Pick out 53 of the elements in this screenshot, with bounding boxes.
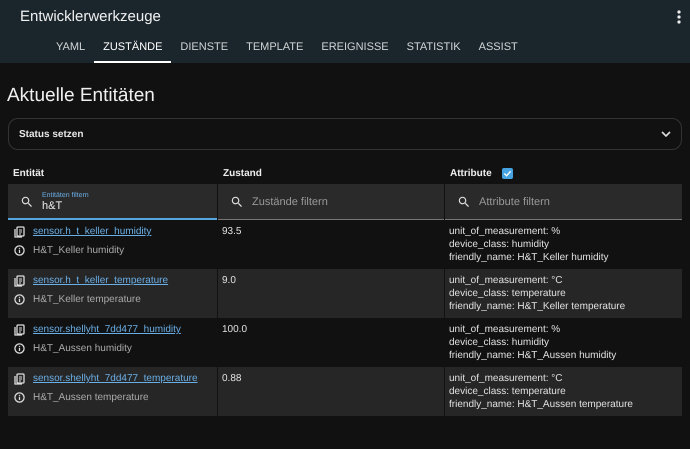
info-icon[interactable] xyxy=(14,294,25,305)
search-icon xyxy=(230,195,244,209)
entity-link[interactable]: sensor.shellyht_7dd477_humidity xyxy=(33,323,181,336)
attribute-line: device_class: humidity xyxy=(449,238,550,251)
filter-field[interactable]: Attribute filtern xyxy=(445,184,682,220)
state-value: 100.0 xyxy=(222,324,248,335)
info-icon[interactable] xyxy=(14,392,25,403)
state-value: 93.5 xyxy=(222,226,242,237)
entity-link[interactable]: sensor.shellyht_7dd477_temperature xyxy=(33,372,198,385)
entity-link[interactable]: sensor.h_t_keller_temperature xyxy=(33,274,168,287)
tab[interactable]: EREIGNISSE xyxy=(312,33,398,63)
attribute-line: device_class: temperature xyxy=(449,385,567,398)
entity-link[interactable]: sensor.h_t_keller_humidity xyxy=(33,225,152,238)
entity-name: H&T_Keller temperature xyxy=(33,293,141,306)
attribute-line: unit_of_measurement: % xyxy=(449,225,562,238)
attribute-line: unit_of_measurement: °C xyxy=(449,372,564,385)
tab[interactable]: YAML xyxy=(47,33,94,63)
page-title: Aktuelle Entitäten xyxy=(7,85,156,107)
entity-name: H&T_Aussen temperature xyxy=(33,391,149,404)
attribute-line: device_class: temperature xyxy=(449,287,567,300)
more-menu-icon[interactable] xyxy=(676,8,682,24)
attribute-line: friendly_name: H&T_Aussen temperature xyxy=(449,398,634,411)
info-icon[interactable] xyxy=(14,343,25,354)
entity-name: H&T_Aussen humidity xyxy=(33,342,132,355)
column-header: Zustand xyxy=(223,168,262,178)
tab[interactable]: STATISTIK xyxy=(398,33,470,63)
filter-field[interactable]: Zustände filtern xyxy=(218,184,444,220)
search-icon xyxy=(457,195,471,209)
attribute-line: unit_of_measurement: °C xyxy=(449,274,564,287)
tab[interactable]: TEMPLATE xyxy=(237,33,312,63)
attribute-line: friendly_name: H&T_Keller temperature xyxy=(449,300,626,313)
clipboard-icon[interactable] xyxy=(14,372,25,384)
info-icon[interactable] xyxy=(14,245,25,256)
search-icon xyxy=(20,195,34,209)
attribute-line: friendly_name: H&T_Aussen humidity xyxy=(449,349,618,362)
app-title: Entwicklerwerkzeuge xyxy=(20,8,161,25)
clipboard-icon[interactable] xyxy=(14,274,25,286)
column-header: Entität xyxy=(13,168,44,178)
chevron-icon xyxy=(661,130,671,138)
checkbox[interactable] xyxy=(502,168,513,178)
state-value: 9.0 xyxy=(222,275,236,286)
attribute-line: friendly_name: H&T_Keller humidity xyxy=(449,251,610,264)
entity-name: H&T_Keller humidity xyxy=(33,244,124,257)
column-header: Attribute xyxy=(450,168,492,178)
clipboard-icon[interactable] xyxy=(14,324,25,336)
clipboard-icon[interactable] xyxy=(14,226,25,238)
attribute-line: unit_of_measurement: % xyxy=(449,323,562,336)
attribute-line: device_class: humidity xyxy=(449,336,550,349)
tab[interactable]: DIENSTE xyxy=(171,33,238,63)
tab[interactable]: ASSIST xyxy=(470,33,527,63)
tab[interactable]: ZUSTÄNDE xyxy=(94,33,172,63)
state-value: 0.88 xyxy=(222,373,242,384)
set-state-panel[interactable]: Status setzen xyxy=(8,118,682,150)
